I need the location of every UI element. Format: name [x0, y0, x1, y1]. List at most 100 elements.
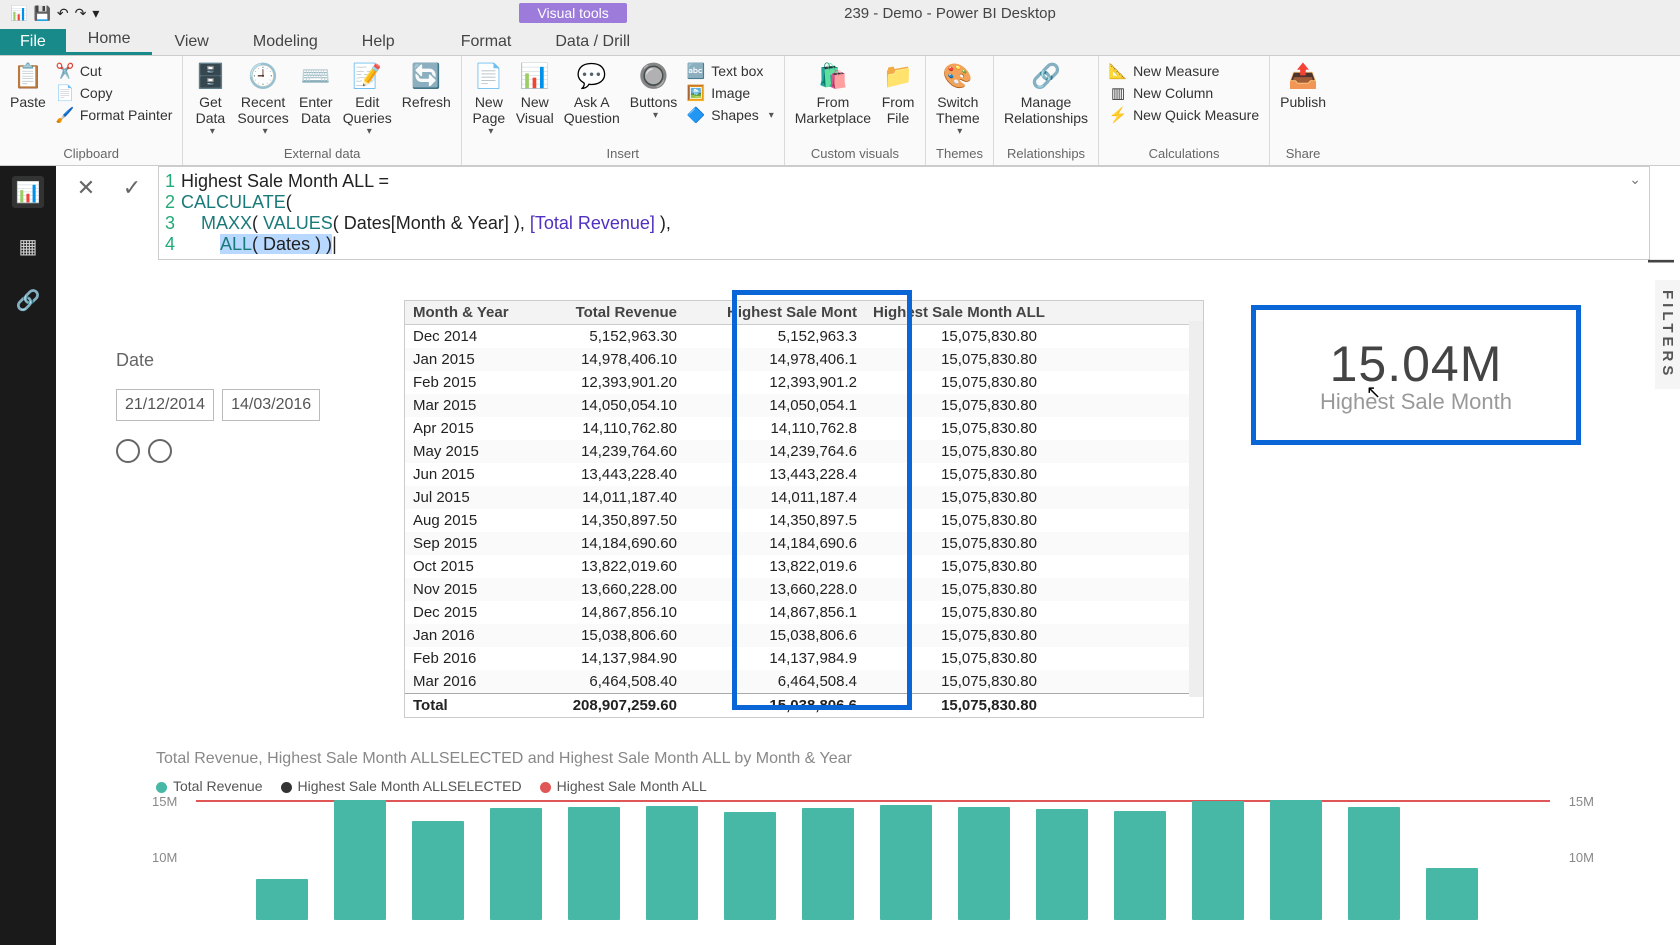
enter-data-button[interactable]: ⌨️Enter Data	[299, 60, 333, 126]
new-quick-measure-button[interactable]: ⚡New Quick Measure	[1109, 104, 1259, 126]
from-marketplace-button[interactable]: 🛍️From Marketplace	[795, 60, 871, 126]
chart-bar[interactable]	[568, 807, 620, 920]
chart-bar[interactable]	[880, 805, 932, 920]
new-column-button[interactable]: ▥New Column	[1109, 82, 1259, 104]
slicer-handle-left[interactable]	[116, 439, 140, 463]
get-data-button[interactable]: 🗄️Get Data	[193, 60, 227, 138]
format-painter-button[interactable]: 🖌️Format Painter	[56, 104, 173, 126]
tab-modeling[interactable]: Modeling	[231, 29, 340, 55]
chart-bar[interactable]	[1192, 801, 1244, 920]
ribbon-group-themes: 🎨Switch Theme Themes	[926, 56, 994, 165]
card-visual[interactable]: 15.04M Highest Sale Month	[1256, 310, 1576, 440]
file-icon: 📁	[881, 60, 915, 94]
buttons-button[interactable]: 🔘Buttons	[630, 60, 677, 122]
slicer-to-input[interactable]: 14/03/2016	[222, 389, 320, 421]
rail-model-view[interactable]: 🔗	[12, 284, 44, 316]
table-scrollbar[interactable]	[1189, 321, 1203, 697]
manage-relationships-button[interactable]: 🔗Manage Relationships	[1004, 60, 1088, 126]
table-row[interactable]: Mar 201514,050,054.1014,050,054.115,075,…	[405, 394, 1203, 417]
edit-queries-button[interactable]: 📝Edit Queries	[343, 60, 392, 138]
table-row[interactable]: Dec 20145,152,963.305,152,963.315,075,83…	[405, 325, 1203, 348]
switch-theme-button[interactable]: 🎨Switch Theme	[936, 60, 980, 138]
chart-bar[interactable]	[256, 879, 308, 920]
tab-home[interactable]: Home	[66, 26, 153, 55]
date-slicer[interactable]: Date 21/12/2014 14/03/2016	[116, 350, 306, 463]
ask-question-button[interactable]: 💬Ask A Question	[564, 60, 620, 126]
formula-expand-icon[interactable]: ⌄	[1629, 171, 1641, 188]
chart-bar[interactable]	[724, 812, 776, 920]
qat-undo-icon[interactable]: ↶	[57, 5, 69, 22]
paste-button[interactable]: 📋Paste	[10, 60, 46, 110]
tab-view[interactable]: View	[152, 29, 230, 55]
formula-commit-icon[interactable]: ✓	[116, 172, 148, 204]
formula-cancel-icon[interactable]: ✕	[70, 172, 102, 204]
table-row[interactable]: Apr 201514,110,762.8014,110,762.815,075,…	[405, 417, 1203, 440]
slicer-from-input[interactable]: 21/12/2014	[116, 389, 214, 421]
rail-data-view[interactable]: ▦	[12, 230, 44, 262]
new-page-button[interactable]: 📄New Page	[472, 60, 506, 138]
filters-pane-tab[interactable]: FILTERS	[1655, 280, 1680, 389]
textbox-button[interactable]: 🔤Text box	[687, 60, 774, 82]
table-row[interactable]: Jan 201514,978,406.1014,978,406.115,075,…	[405, 348, 1203, 371]
table-row[interactable]: Jun 201513,443,228.4013,443,228.415,075,…	[405, 463, 1203, 486]
cut-button[interactable]: ✂️Cut	[56, 60, 173, 82]
new-visual-button[interactable]: 📊New Visual	[516, 60, 554, 126]
contextual-tab-visual-tools[interactable]: Visual tools	[519, 3, 626, 23]
table-row[interactable]: Feb 201512,393,901.2012,393,901.215,075,…	[405, 371, 1203, 394]
table-row[interactable]: Nov 201513,660,228.0013,660,228.015,075,…	[405, 578, 1203, 601]
tab-data-drill[interactable]: Data / Drill	[533, 29, 652, 55]
refresh-button[interactable]: 🔄Refresh	[402, 60, 451, 110]
table-row[interactable]: May 201514,239,764.6014,239,764.615,075,…	[405, 440, 1203, 463]
table-row[interactable]: Aug 201514,350,897.5014,350,897.515,075,…	[405, 509, 1203, 532]
chart-bar[interactable]	[802, 808, 854, 920]
table-row[interactable]: Feb 201614,137,984.9014,137,984.915,075,…	[405, 647, 1203, 670]
qat-save-icon[interactable]: 💾	[33, 5, 50, 22]
table-col-header-3[interactable]: Highest Sale Month ALL	[865, 301, 1045, 324]
new-measure-button[interactable]: 📐New Measure	[1109, 60, 1259, 82]
new-visual-icon: 📊	[518, 60, 552, 94]
table-col-header-1[interactable]: Total Revenue	[515, 301, 685, 324]
from-file-button[interactable]: 📁From File	[881, 60, 915, 126]
tab-help[interactable]: Help	[340, 29, 417, 55]
chart-bar[interactable]	[1036, 809, 1088, 920]
chart-bar[interactable]	[1348, 807, 1400, 920]
chart-bar[interactable]	[490, 808, 542, 920]
chart-bar[interactable]	[1426, 868, 1478, 920]
shapes-button[interactable]: 🔷Shapes	[687, 104, 774, 126]
table-col-header-2[interactable]: Highest Sale Mont	[685, 301, 865, 324]
publish-button[interactable]: 📤Publish	[1280, 60, 1326, 110]
table-cell: 5,152,963.3	[685, 325, 865, 348]
table-row[interactable]: Jul 201514,011,187.4014,011,187.415,075,…	[405, 486, 1203, 509]
table-row[interactable]: Jan 201615,038,806.6015,038,806.615,075,…	[405, 624, 1203, 647]
slicer-handle-right[interactable]	[148, 439, 172, 463]
collapse-pane-icon[interactable]: —	[1648, 244, 1674, 275]
formula-editor[interactable]: 1Highest Sale Month ALL = 2CALCULATE( 3 …	[158, 166, 1650, 260]
tab-file[interactable]: File	[0, 29, 66, 55]
table-row[interactable]: Oct 201513,822,019.6013,822,019.615,075,…	[405, 555, 1203, 578]
copy-button[interactable]: 📄Copy	[56, 82, 173, 104]
chart-bar[interactable]	[646, 806, 698, 920]
slicer-title: Date	[116, 350, 306, 371]
table-row[interactable]: Dec 201514,867,856.1014,867,856.115,075,…	[405, 601, 1203, 624]
chart-bar[interactable]	[958, 807, 1010, 920]
qat-custom-icon[interactable]: ▾	[92, 5, 99, 22]
group-label-relationships: Relationships	[1004, 144, 1088, 165]
tab-format[interactable]: Format	[439, 29, 534, 55]
table-col-header-0[interactable]: Month & Year	[405, 301, 515, 324]
recent-sources-button[interactable]: 🕘Recent Sources	[237, 60, 288, 138]
table-visual[interactable]: Month & YearTotal RevenueHighest Sale Mo…	[404, 300, 1204, 718]
image-button[interactable]: 🖼️Image	[687, 82, 774, 104]
report-canvas[interactable]: Date 21/12/2014 14/03/2016 Month & YearT…	[56, 270, 1650, 945]
chart-bar[interactable]	[1270, 800, 1322, 920]
formula-bar[interactable]: ✕ ✓ 1Highest Sale Month ALL = 2CALCULATE…	[56, 166, 1650, 260]
table-row[interactable]: Sep 201514,184,690.6014,184,690.615,075,…	[405, 532, 1203, 555]
rail-report-view[interactable]: 📊	[12, 176, 44, 208]
chart-bar[interactable]	[412, 821, 464, 920]
table-cell: 15,075,830.80	[865, 348, 1045, 371]
chart-visual[interactable]: Total Revenue, Highest Sale Month ALLSEL…	[156, 750, 1590, 950]
table-cell: 15,075,830.80	[865, 578, 1045, 601]
qat-redo-icon[interactable]: ↷	[75, 5, 87, 22]
table-row[interactable]: Mar 20166,464,508.406,464,508.415,075,83…	[405, 670, 1203, 693]
chart-bar[interactable]	[334, 800, 386, 920]
chart-bar[interactable]	[1114, 811, 1166, 920]
